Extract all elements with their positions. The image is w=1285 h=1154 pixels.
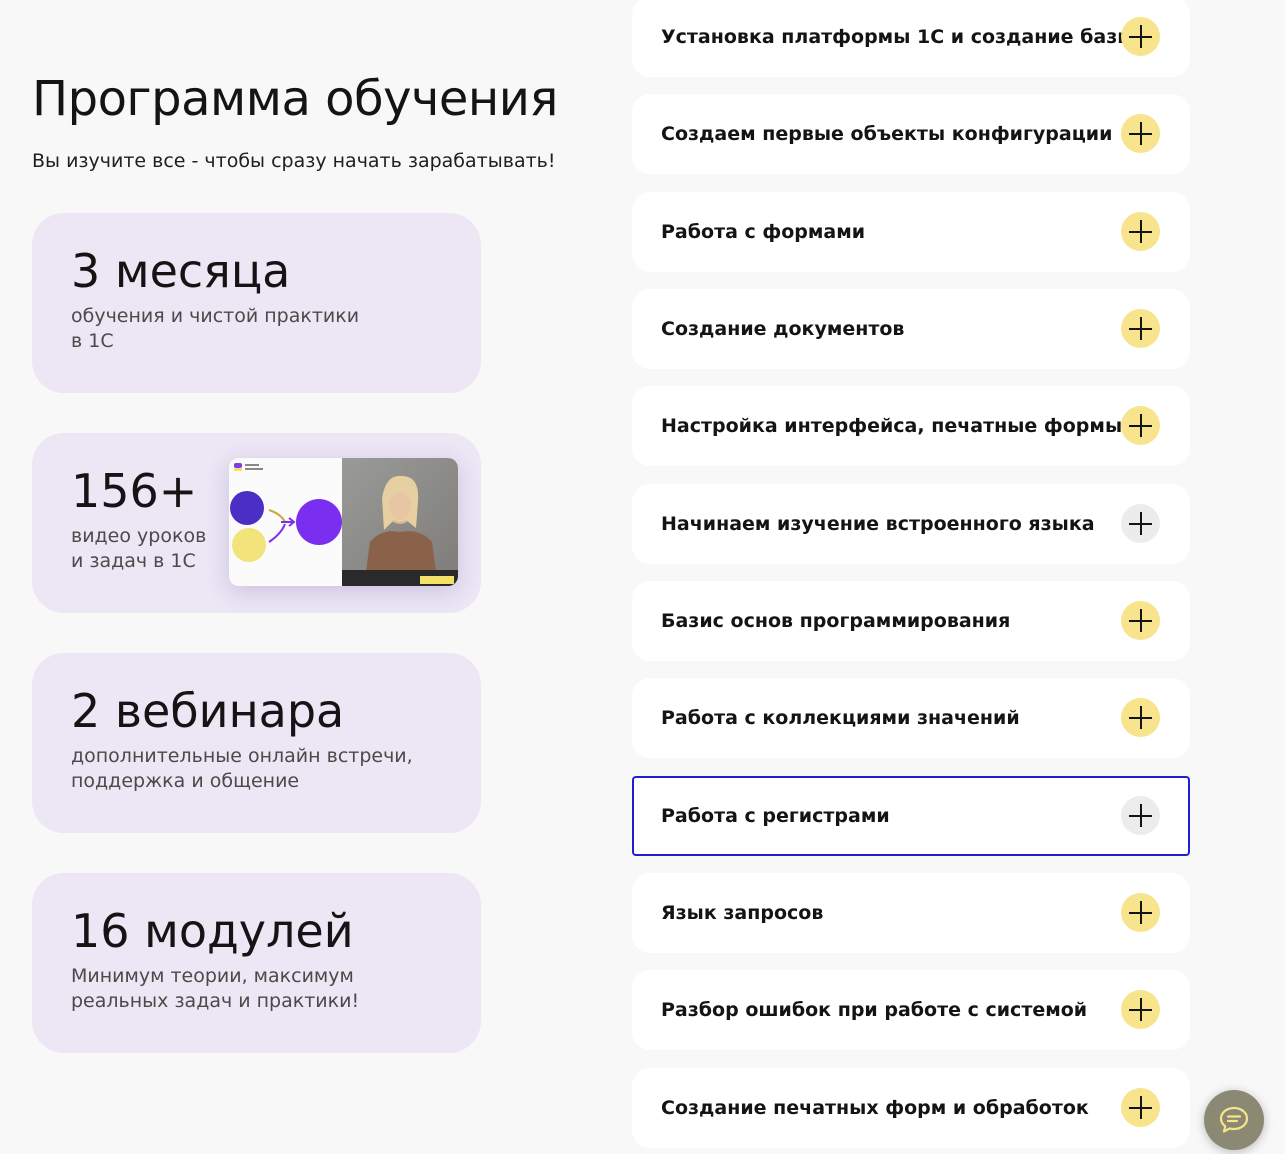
module-title: Создание печатных форм и обработок	[661, 1097, 1089, 1119]
module-item[interactable]: Работа с формами	[632, 192, 1190, 272]
module-title: Создание документов	[661, 318, 905, 340]
plus-icon[interactable]	[1121, 309, 1160, 348]
stat-card-webinars: 2 вебинара дополнительные онлайн встречи…	[32, 653, 481, 833]
plus-icon[interactable]	[1121, 406, 1160, 445]
stat-value: 2 вебинара	[71, 684, 345, 738]
module-title: Базис основ программирования	[661, 610, 1011, 632]
stat-value: 156+	[71, 464, 198, 518]
plus-icon[interactable]	[1121, 1088, 1160, 1127]
module-item[interactable]: Базис основ программирования	[632, 581, 1190, 661]
plus-icon[interactable]	[1121, 504, 1160, 543]
stat-value: 16 модулей	[71, 904, 354, 958]
plus-icon[interactable]	[1121, 601, 1160, 640]
stat-value: 3 месяца	[71, 244, 291, 298]
stat-description: дополнительные онлайн встречи, поддержка…	[71, 745, 413, 792]
lecturer-video-image	[342, 458, 458, 586]
plus-icon[interactable]	[1121, 17, 1160, 56]
video-lesson-thumbnail	[229, 458, 458, 586]
module-item[interactable]: Создание печатных форм и обработок	[632, 1068, 1190, 1148]
module-title: Начинаем изучение встроенного языка	[661, 513, 1095, 535]
stat-card-modules: 16 модулей Минимум теории, максимум реал…	[32, 873, 481, 1053]
module-title: Работа с формами	[661, 221, 866, 243]
module-item[interactable]: Начинаем изучение встроенного языка	[632, 484, 1190, 564]
module-item[interactable]: Настройка интерфейса, печатные формы	[632, 386, 1190, 466]
plus-icon[interactable]	[1121, 893, 1160, 932]
module-title: Разбор ошибок при работе с системой	[661, 999, 1088, 1021]
page-subtitle: Вы изучите все - чтобы сразу начать зара…	[32, 150, 556, 172]
module-item[interactable]: Создаем первые объекты конфигурации	[632, 94, 1190, 174]
stat-card-duration: 3 месяца обучения и чистой практики в 1С	[32, 213, 481, 393]
chat-button[interactable]	[1204, 1090, 1264, 1150]
plus-icon[interactable]	[1121, 796, 1160, 835]
plus-icon[interactable]	[1121, 698, 1160, 737]
stat-card-videos: 156+ видео уроков и задач в 1С	[32, 433, 481, 613]
module-item[interactable]: Работа с коллекциями значений	[632, 678, 1190, 758]
module-title: Настройка интерфейса, печатные формы	[661, 415, 1123, 437]
plus-icon[interactable]	[1121, 990, 1160, 1029]
module-title: Язык запросов	[661, 902, 824, 924]
plus-icon[interactable]	[1121, 114, 1160, 153]
page-title: Программа обучения	[32, 71, 558, 127]
module-title: Создаем первые объекты конфигурации	[661, 123, 1113, 145]
chat-bubble-icon	[1219, 1106, 1249, 1133]
lesson-slide-image	[229, 458, 342, 586]
stat-description: Минимум теории, максимум реальных задач …	[71, 965, 360, 1012]
module-item[interactable]: Создание документов	[632, 289, 1190, 369]
module-item[interactable]: Разбор ошибок при работе с системой	[632, 970, 1190, 1050]
module-item[interactable]: Язык запросов	[632, 873, 1190, 953]
plus-icon[interactable]	[1121, 212, 1160, 251]
module-item[interactable]: Установка платформы 1С и создание базы	[632, 0, 1190, 77]
module-item-focused[interactable]: Работа с регистрами	[632, 776, 1190, 856]
module-title: Работа с регистрами	[661, 805, 890, 827]
module-title: Установка платформы 1С и создание базы	[661, 26, 1135, 48]
stat-description: обучения и чистой практики в 1С	[71, 305, 360, 352]
module-title: Работа с коллекциями значений	[661, 707, 1020, 729]
